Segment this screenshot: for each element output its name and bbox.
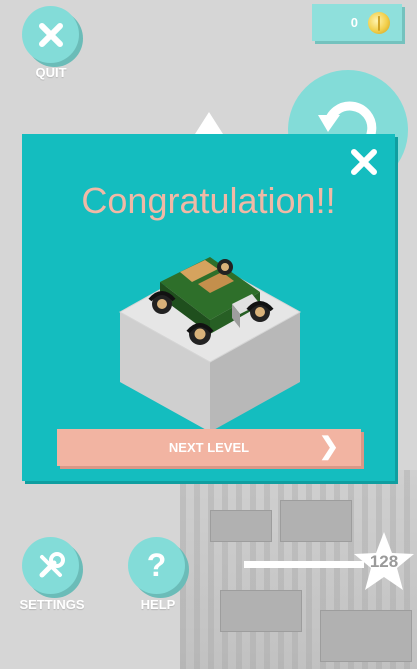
car-on-platform-illustration	[118, 257, 302, 432]
quit-button[interactable]	[22, 6, 79, 63]
congratulation-title: Congratulation!!	[81, 180, 336, 221]
close-icon	[351, 149, 377, 175]
settings-label: SETTINGS	[19, 597, 85, 612]
modal-close-button[interactable]	[347, 148, 381, 182]
quit-label: QUIT	[35, 65, 67, 80]
coin-counter: 0 ❘	[312, 4, 402, 41]
coin-icon: ❘	[368, 11, 390, 34]
help-label: HELP	[140, 597, 176, 612]
arrow-up-icon	[195, 112, 223, 134]
wrench-screwdriver-icon	[39, 551, 65, 577]
level-complete-dialog: Congratulation!! NEXT LEVEL ❯	[22, 134, 395, 481]
help-button[interactable]: ?	[128, 537, 185, 594]
question-icon: ?	[146, 547, 167, 583]
level-number: 128	[369, 552, 399, 571]
close-icon	[38, 22, 63, 47]
chevron-right-icon: ❯	[318, 433, 339, 460]
level-progress-line	[244, 561, 364, 568]
level-star: 128	[352, 530, 416, 594]
coin-count: 0	[350, 15, 358, 30]
settings-button[interactable]	[22, 537, 79, 594]
next-level-button[interactable]: NEXT LEVEL ❯	[57, 429, 361, 466]
next-level-label: NEXT LEVEL	[168, 440, 250, 455]
